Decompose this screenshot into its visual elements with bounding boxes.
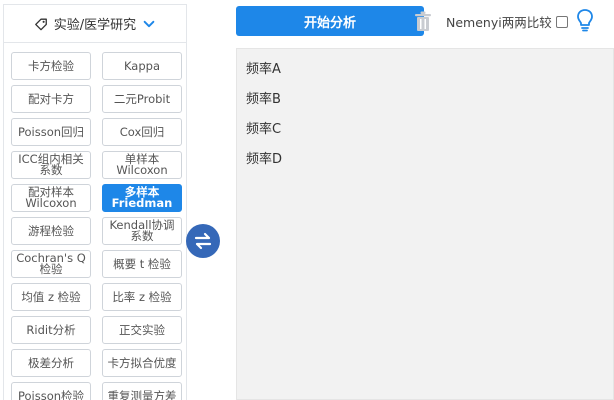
method-sidebar: 实验/医学研究 卡方检验 Kappa 配对卡方 二元Probit Poisson回归 Co… bbox=[0, 0, 190, 400]
method-button[interactable]: 配对样本Wilcoxon bbox=[11, 184, 91, 212]
chevron-down-icon bbox=[143, 20, 155, 27]
method-button[interactable]: 多样本Friedman bbox=[102, 184, 182, 212]
method-button[interactable]: Kendall协调系数 bbox=[102, 217, 182, 245]
variable-item[interactable]: 频率C bbox=[246, 118, 281, 137]
tag-icon bbox=[34, 18, 47, 30]
variable-item[interactable]: 频率D bbox=[246, 148, 282, 167]
nemenyi-checkbox[interactable] bbox=[555, 15, 568, 28]
method-button[interactable]: Kappa bbox=[102, 52, 182, 80]
start-analysis-button[interactable]: 开始分析 bbox=[236, 6, 424, 36]
method-button[interactable]: Cox回归 bbox=[102, 118, 182, 146]
method-button[interactable]: 卡方拟合优度 bbox=[102, 349, 182, 377]
variable-item[interactable]: 频率B bbox=[246, 88, 281, 107]
method-button[interactable]: 二元Probit bbox=[102, 85, 182, 113]
method-button[interactable]: 极差分析 bbox=[11, 349, 91, 377]
method-button[interactable]: 卡方检验 bbox=[11, 52, 91, 80]
method-list: 卡方检验 Kappa 配对卡方 二元Probit Poisson回归 Cox回归 ICC组内… bbox=[3, 42, 187, 400]
method-button[interactable]: Poisson检验 bbox=[11, 382, 91, 400]
variable-item[interactable]: 频率A bbox=[246, 58, 281, 77]
category-label: 实验/医学研究 bbox=[53, 18, 137, 33]
trash-icon[interactable] bbox=[412, 10, 434, 34]
variable-panel: 频率A 频率B 频率C 频率D bbox=[236, 48, 614, 400]
method-button[interactable]: Poisson回归 bbox=[11, 118, 91, 146]
method-button[interactable]: 单样本Wilcoxon bbox=[102, 151, 182, 179]
method-button[interactable]: Cochran's Q检验 bbox=[11, 250, 91, 278]
nemenyi-option[interactable]: Nemenyi两两比较 bbox=[446, 12, 568, 31]
method-button[interactable]: 配对卡方 bbox=[11, 85, 91, 113]
method-button[interactable]: Ridit分析 bbox=[11, 316, 91, 344]
nemenyi-label: Nemenyi两两比较 bbox=[446, 15, 552, 30]
method-button[interactable]: 正交实验 bbox=[102, 316, 182, 344]
method-button[interactable]: 概要 t 检验 bbox=[102, 250, 182, 278]
method-button[interactable]: 均值 z 检验 bbox=[11, 283, 91, 311]
method-button[interactable]: ICC组内相关系数 bbox=[11, 151, 91, 179]
lightbulb-icon[interactable] bbox=[576, 8, 594, 32]
swap-arrows-icon bbox=[194, 232, 212, 250]
swap-button[interactable] bbox=[186, 224, 220, 258]
method-button[interactable]: 重复测量方差 bbox=[102, 382, 182, 400]
toolbar: 开始分析 Nemenyi两两比较 bbox=[236, 6, 614, 36]
method-button[interactable]: 比率 z 检验 bbox=[102, 283, 182, 311]
category-selector[interactable]: 实验/医学研究 bbox=[3, 4, 187, 42]
method-button[interactable]: 游程检验 bbox=[11, 217, 91, 245]
